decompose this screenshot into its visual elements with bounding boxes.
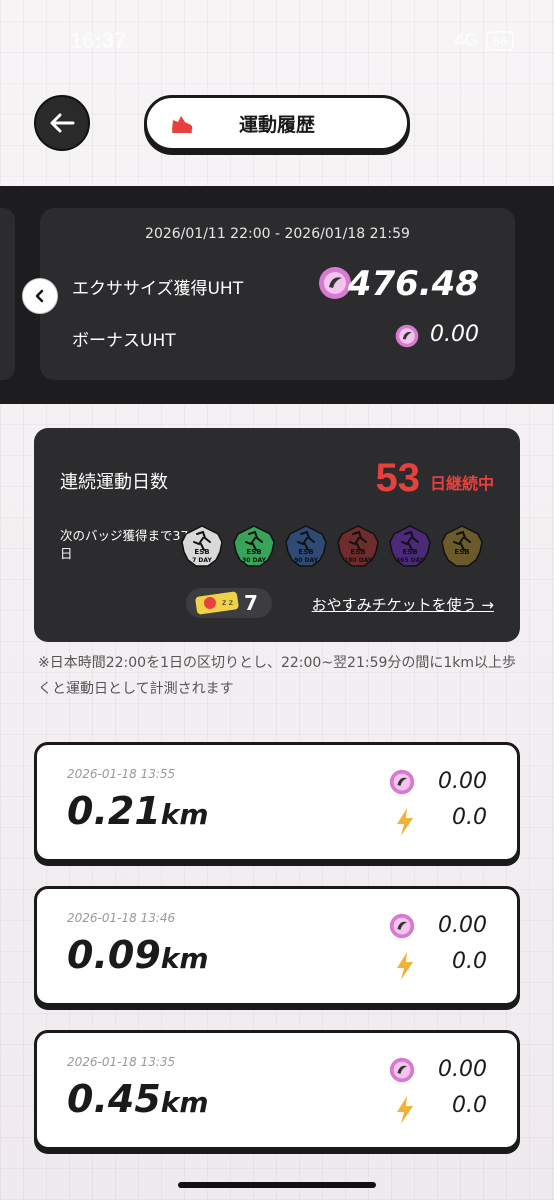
status-time: 16:37 [70, 28, 127, 53]
badge-label: 7 DAY [192, 557, 212, 564]
battery-icon: 56 [486, 30, 514, 51]
uht-coin-icon [389, 913, 415, 939]
streak-badge: ESB 30 DAY [232, 524, 276, 568]
badge-label: 365 DAY [395, 557, 424, 564]
badge-brand: ESB [454, 548, 469, 556]
ticket-count: 7 [244, 591, 258, 615]
streak-badge: ESB 180 DAY [336, 524, 380, 568]
home-indicator [178, 1182, 376, 1188]
weekly-summary-card: 2026/01/11 22:00 - 2026/01/18 21:59 エクササ… [40, 208, 515, 380]
page-title: 運動履歴 [238, 113, 315, 136]
run-distance-unit: km [160, 942, 209, 975]
exercise-uht-label: エクササイズ獲得UHT [72, 279, 244, 299]
streak-card: 連続運動日数 53 日継続中 次のバッジ獲得まで37日 ESB 7 DAY ESB 3… [34, 428, 520, 642]
badge-brand: ESB [298, 548, 313, 556]
previous-summary-card[interactable] [0, 208, 15, 380]
run-history-item[interactable]: 2026-01-18 13:35 0.45km 0.00 0.0 [34, 1030, 520, 1150]
uht-coin-icon [389, 1057, 415, 1083]
run-distance-unit: km [160, 1086, 209, 1119]
badge-brand: ESB [402, 548, 417, 556]
badge-brand: ESB [246, 548, 261, 556]
badge-list: ESB 7 DAY ESB 30 DAY ESB 90 DAY ESB 180 DAY ESB 3… [180, 524, 484, 568]
streak-badge: ESB [440, 524, 484, 568]
streak-days: 53 [375, 456, 421, 500]
svg-text:z z: z z [222, 598, 233, 607]
run-uht-value: 0.00 [438, 1057, 487, 1082]
uht-coin-icon [395, 324, 419, 348]
streak-badge: ESB 90 DAY [284, 524, 328, 568]
run-energy-value: 0.0 [452, 949, 487, 974]
uht-coin-icon [389, 769, 415, 795]
chevron-left-icon [35, 289, 44, 303]
status-bar: 16:37 4G 56 [0, 0, 554, 80]
run-uht-value: 0.00 [438, 913, 487, 938]
run-uht-value: 0.00 [438, 769, 487, 794]
badge-label: 90 DAY [294, 557, 318, 564]
sneaker-icon [172, 116, 193, 133]
bonus-uht-label: ボーナスUHT [72, 331, 176, 351]
run-history-item[interactable]: 2026-01-18 13:55 0.21km 0.00 0.0 [34, 742, 520, 862]
badge-label: 180 DAY [343, 557, 372, 564]
arrow-left-icon [50, 113, 75, 133]
run-distance-unit: km [160, 798, 209, 831]
summary-period: 2026/01/11 22:00 - 2026/01/18 21:59 [145, 226, 410, 242]
run-distance-value: 0.45 [67, 1077, 161, 1121]
run-datetime: 2026-01-18 13:55 [67, 767, 176, 781]
run-energy-value: 0.0 [452, 805, 487, 830]
streak-badge: ESB 365 DAY [388, 524, 432, 568]
run-distance: 0.21km [67, 789, 209, 833]
streak-badge-icon: ESB [441, 525, 483, 567]
lightning-icon [397, 952, 413, 980]
badge-brand: ESB [350, 548, 365, 556]
run-datetime: 2026-01-18 13:35 [67, 1055, 176, 1069]
run-distance: 0.45km [67, 1077, 209, 1121]
run-datetime: 2026-01-18 13:46 [67, 911, 176, 925]
badge-brand: ESB [194, 548, 209, 556]
bonus-uht-value: 0.00 [430, 322, 479, 347]
header-title-pill: 運動履歴 [144, 95, 410, 151]
previous-week-button[interactable] [22, 278, 58, 314]
run-distance-value: 0.21 [67, 789, 161, 833]
lightning-icon [397, 808, 413, 836]
streak-label: 連続運動日数 [60, 472, 168, 493]
status-indicators: 4G 56 [454, 30, 514, 51]
network-label: 4G [454, 30, 479, 50]
use-rest-ticket-link[interactable]: おやすみチケットを使う → [312, 594, 494, 615]
streak-badge: ESB 7 DAY [180, 524, 224, 568]
back-button[interactable] [34, 95, 90, 151]
next-badge-note: 次のバッジ獲得まで37日 [60, 528, 189, 561]
exercise-uht-value: 476.48 [347, 264, 479, 304]
streak-footnote: ※日本時間22:00を1日の区切りとし、22:00~翌21:59分の間に1km以… [38, 655, 517, 697]
run-distance-value: 0.09 [67, 933, 161, 977]
run-history-item[interactable]: 2026-01-18 13:46 0.09km 0.00 0.0 [34, 886, 520, 1006]
badge-label: 30 DAY [242, 557, 266, 564]
streak-suffix: 日継続中 [429, 474, 494, 493]
lightning-icon [397, 1096, 413, 1124]
run-energy-value: 0.0 [452, 1093, 487, 1118]
run-distance: 0.09km [67, 933, 209, 977]
rest-ticket-count: z z 7 [186, 588, 272, 618]
sleep-ticket-icon: z z [195, 591, 239, 615]
